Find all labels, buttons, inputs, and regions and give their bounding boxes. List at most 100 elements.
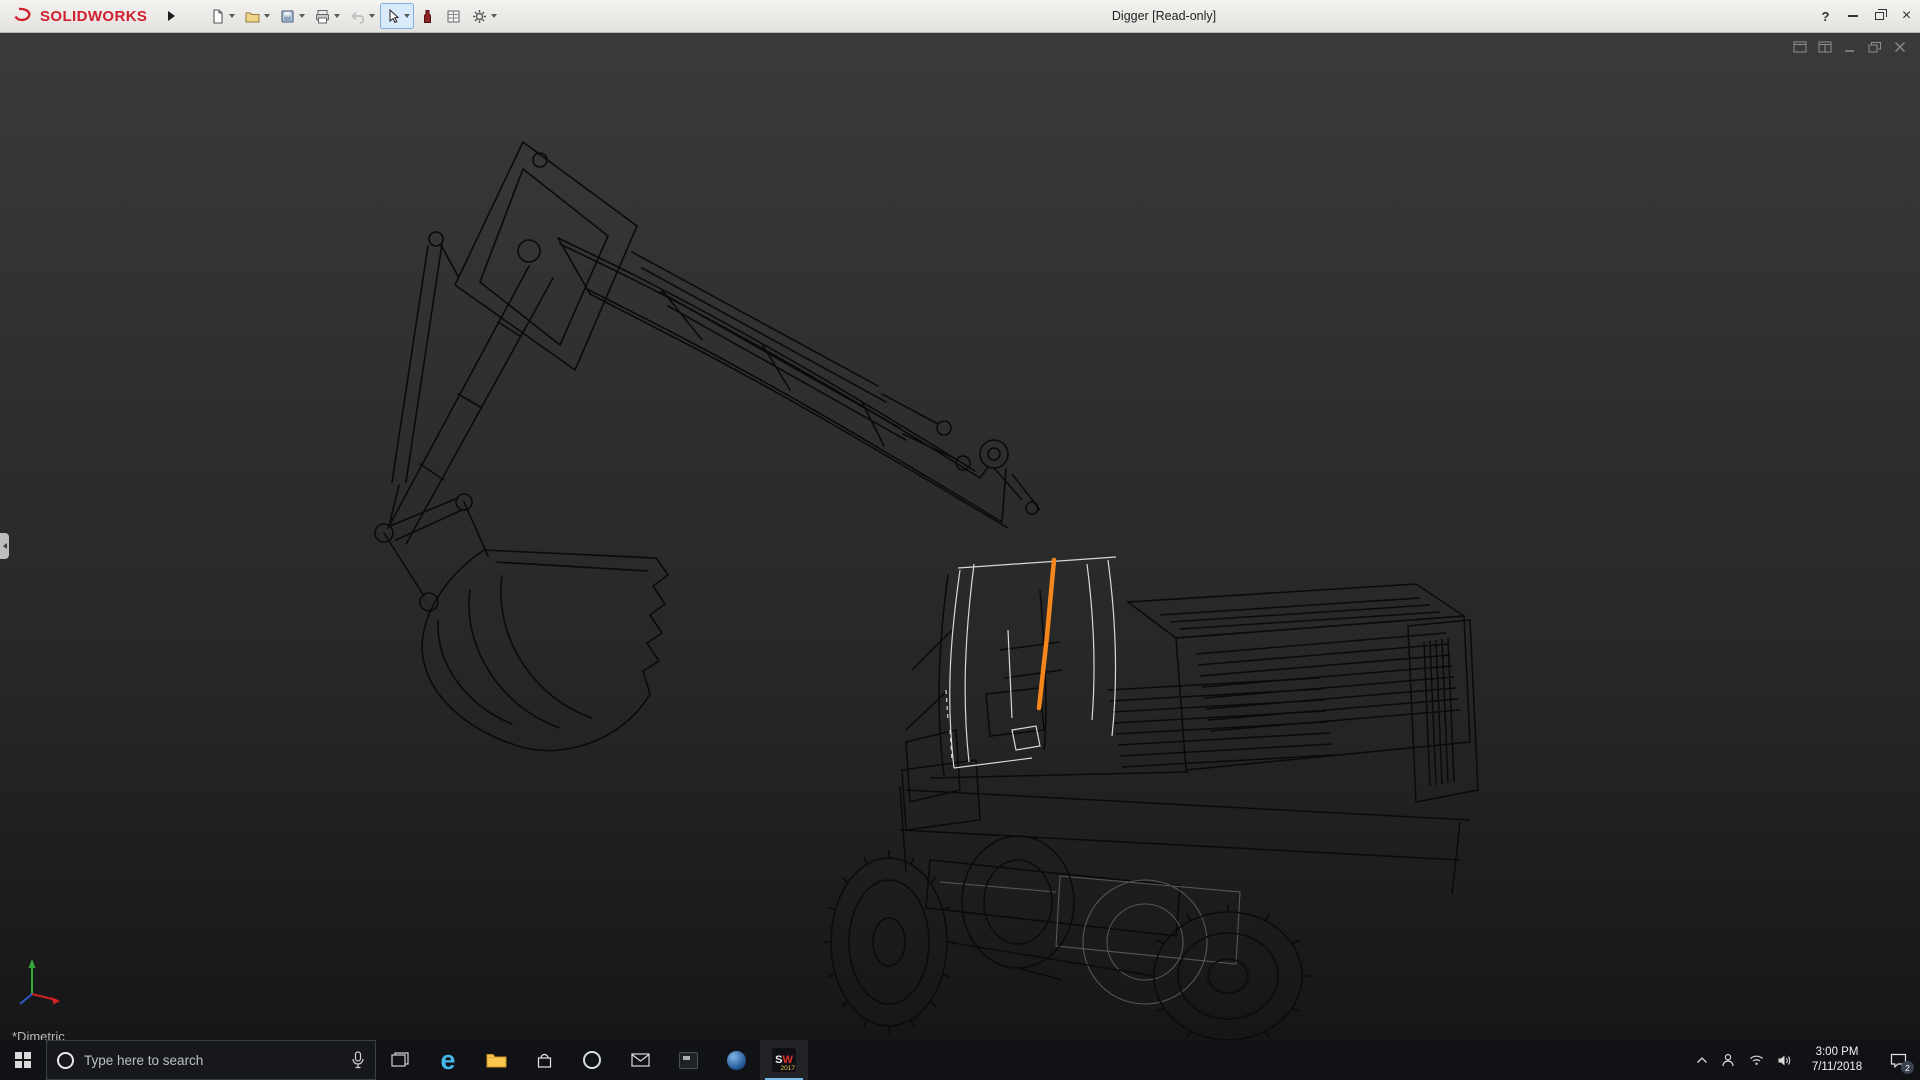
x-axis-arrowhead xyxy=(52,997,61,1005)
folder-icon xyxy=(486,1052,507,1068)
document-window-controls xyxy=(1792,40,1908,54)
save-button[interactable] xyxy=(275,3,309,29)
browser-circle-icon[interactable] xyxy=(568,1040,616,1080)
digger-wireframe-model xyxy=(0,33,1920,1040)
window-icon xyxy=(1793,41,1807,53)
screen: SOLIDWORKS xyxy=(0,0,1920,1080)
taskbar-clock[interactable]: 3:00 PM 7/11/2018 xyxy=(1798,1040,1876,1080)
options-button[interactable] xyxy=(467,3,501,29)
dropdown-caret-icon xyxy=(491,14,497,18)
print-button[interactable] xyxy=(310,3,344,29)
windows-logo-icon xyxy=(15,1052,31,1068)
search-placeholder: Type here to search xyxy=(84,1053,203,1068)
minimize-icon xyxy=(1843,41,1857,53)
people-tray-icon[interactable] xyxy=(1714,1040,1742,1080)
action-center-button[interactable]: 2 xyxy=(1876,1040,1920,1080)
dropdown-caret-icon xyxy=(299,14,305,18)
undo-icon xyxy=(349,8,366,25)
hidden-icons-button[interactable] xyxy=(1690,1040,1714,1080)
cortana-icon xyxy=(57,1052,74,1069)
select-cursor-icon xyxy=(384,8,401,25)
select-tool-button[interactable] xyxy=(380,3,414,29)
dropdown-caret-icon xyxy=(369,14,375,18)
new-document-button[interactable] xyxy=(205,3,239,29)
restore-icon xyxy=(1868,41,1882,53)
new-window-button[interactable] xyxy=(1792,40,1808,54)
minimize-document-button[interactable] xyxy=(1842,40,1858,54)
notification-badge: 2 xyxy=(1901,1061,1914,1074)
window-icon xyxy=(1818,41,1832,53)
person-icon xyxy=(1721,1053,1735,1067)
tile-window-button[interactable] xyxy=(1817,40,1833,54)
dark-app-tile-icon xyxy=(679,1052,698,1069)
clock-date: 7/11/2018 xyxy=(1812,1060,1862,1075)
task-view-button[interactable] xyxy=(376,1040,424,1080)
file-explorer-icon[interactable] xyxy=(472,1040,520,1080)
minimize-icon xyxy=(1848,15,1858,17)
restore-document-button[interactable] xyxy=(1867,40,1883,54)
ring-icon xyxy=(583,1051,601,1069)
solidworks-2017-tile: SW 2017 xyxy=(772,1048,796,1072)
undo-button[interactable] xyxy=(345,3,379,29)
restore-icon xyxy=(1875,12,1884,20)
view-orientation-label: *Dimetric xyxy=(12,1029,65,1040)
network-tray-icon[interactable] xyxy=(1742,1040,1770,1080)
microphone-icon[interactable] xyxy=(351,1051,365,1069)
taskbar: Type here to search e xyxy=(0,1040,1920,1080)
titlebar: SOLIDWORKS xyxy=(0,0,1920,33)
dropdown-caret-icon xyxy=(264,14,270,18)
start-button[interactable] xyxy=(0,1040,46,1080)
close-button[interactable]: × xyxy=(1893,0,1920,32)
solidworks-logo-text: SOLIDWORKS xyxy=(40,8,147,25)
arrow-right-icon xyxy=(168,11,175,21)
reference-triad xyxy=(10,948,74,1012)
open-document-button[interactable] xyxy=(240,3,274,29)
close-icon: × xyxy=(1902,8,1911,24)
panel-flyout-tab[interactable] xyxy=(0,533,9,559)
graphics-area[interactable]: *Dimetric xyxy=(0,33,1920,1040)
dropdown-caret-icon xyxy=(404,14,410,18)
help-button[interactable]: ? xyxy=(1812,0,1839,32)
microsoft-store-icon[interactable] xyxy=(520,1040,568,1080)
clock-time: 3:00 PM xyxy=(1816,1045,1859,1060)
wifi-icon xyxy=(1749,1054,1764,1066)
volume-tray-icon[interactable] xyxy=(1770,1040,1798,1080)
edge-browser-icon[interactable]: e xyxy=(424,1040,472,1080)
close-document-button[interactable] xyxy=(1892,40,1908,54)
solidworks-logo: SOLIDWORKS xyxy=(10,6,147,26)
appearances-icon xyxy=(419,8,436,25)
envelope-icon xyxy=(631,1053,650,1067)
menu-expand-arrow[interactable] xyxy=(163,6,179,26)
quick-access-toolbar xyxy=(205,3,501,29)
print-icon xyxy=(314,8,331,25)
close-icon xyxy=(1893,41,1907,53)
dassault-systemes-icon xyxy=(10,6,36,26)
new-document-icon xyxy=(209,8,226,25)
task-view-icon xyxy=(391,1052,409,1068)
appearances-button[interactable] xyxy=(415,3,440,29)
gear-icon xyxy=(471,8,488,25)
save-floppy-icon xyxy=(279,8,296,25)
selected-edge-highlight[interactable] xyxy=(1039,560,1054,708)
dropdown-caret-icon xyxy=(229,14,235,18)
document-title: Digger [Read-only] xyxy=(1112,9,1216,23)
speaker-icon xyxy=(1777,1054,1792,1067)
viewer-3d-app-icon[interactable] xyxy=(712,1040,760,1080)
chevron-up-icon xyxy=(1696,1056,1708,1064)
y-axis-arrowhead xyxy=(29,959,36,968)
document-properties-button[interactable] xyxy=(441,3,466,29)
shopping-bag-icon xyxy=(536,1052,553,1069)
restore-button[interactable] xyxy=(1866,0,1893,32)
open-folder-icon xyxy=(244,8,261,25)
arrow-left-icon xyxy=(3,543,7,549)
minimize-button[interactable] xyxy=(1839,0,1866,32)
blue-sphere-icon xyxy=(727,1051,746,1070)
properties-grid-icon xyxy=(445,8,462,25)
solidworks-taskbar-icon[interactable]: SW 2017 xyxy=(760,1040,808,1080)
dropdown-caret-icon xyxy=(334,14,340,18)
mail-icon[interactable] xyxy=(616,1040,664,1080)
system-tray: 3:00 PM 7/11/2018 2 xyxy=(1690,1040,1920,1080)
taskbar-search[interactable]: Type here to search xyxy=(46,1040,376,1080)
utility-app-icon[interactable] xyxy=(664,1040,712,1080)
z-axis-blue xyxy=(20,994,32,1004)
